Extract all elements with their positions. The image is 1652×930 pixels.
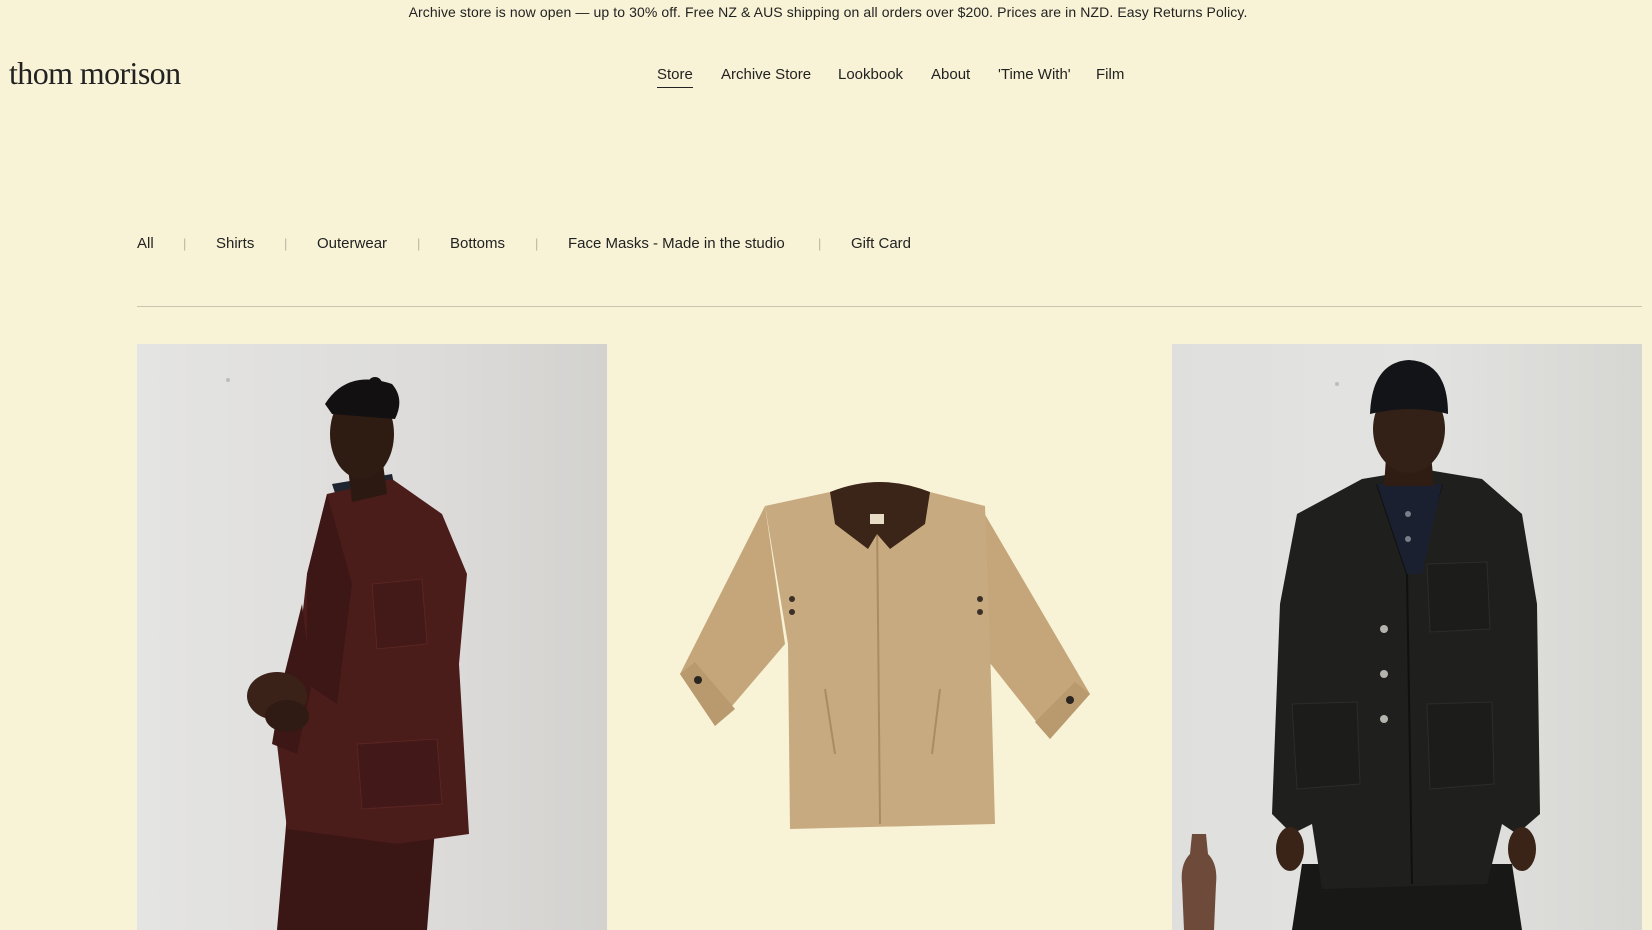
category-shirts[interactable]: Shirts <box>216 235 254 252</box>
nav-film[interactable]: Film <box>1096 66 1124 87</box>
nav-archive-store[interactable]: Archive Store <box>721 66 811 87</box>
category-bottoms[interactable]: Bottoms <box>450 235 505 252</box>
nav-about[interactable]: About <box>931 66 970 87</box>
product-card-tan-coat[interactable] <box>640 344 1125 930</box>
category-gift-card[interactable]: Gift Card <box>851 235 911 252</box>
announcement-bar: Archive store is now open — up to 30% of… <box>0 4 1652 20</box>
category-separator: | <box>535 236 539 251</box>
main-nav: Store Archive Store Lookbook About 'Time… <box>0 66 1652 90</box>
product-card-brown-jacket[interactable] <box>137 344 607 930</box>
nav-store[interactable]: Store <box>657 66 693 88</box>
category-separator: | <box>417 236 421 251</box>
product-image-model-black <box>1181 360 1540 930</box>
nav-time-with[interactable]: 'Time With' <box>998 66 1071 87</box>
nav-lookbook[interactable]: Lookbook <box>838 66 903 87</box>
category-filter: All | Shirts | Outerwear | Bottoms | Fac… <box>0 235 1652 255</box>
product-card-black-jacket[interactable] <box>1172 344 1642 930</box>
category-all[interactable]: All <box>137 235 154 252</box>
announcement-text: Archive store is now open — up to 30% of… <box>408 4 1114 20</box>
category-outerwear[interactable]: Outerwear <box>317 235 387 252</box>
product-image-tan-coat <box>680 482 1090 829</box>
page: Archive store is now open — up to 30% of… <box>0 0 1652 930</box>
category-separator: | <box>284 236 288 251</box>
divider <box>137 306 1642 307</box>
category-separator: | <box>818 236 822 251</box>
category-face-masks[interactable]: Face Masks - Made in the studio <box>568 235 785 252</box>
returns-policy-link[interactable]: Easy Returns Policy. <box>1117 4 1247 20</box>
category-separator: | <box>183 236 187 251</box>
product-image-model-brown <box>226 377 469 930</box>
